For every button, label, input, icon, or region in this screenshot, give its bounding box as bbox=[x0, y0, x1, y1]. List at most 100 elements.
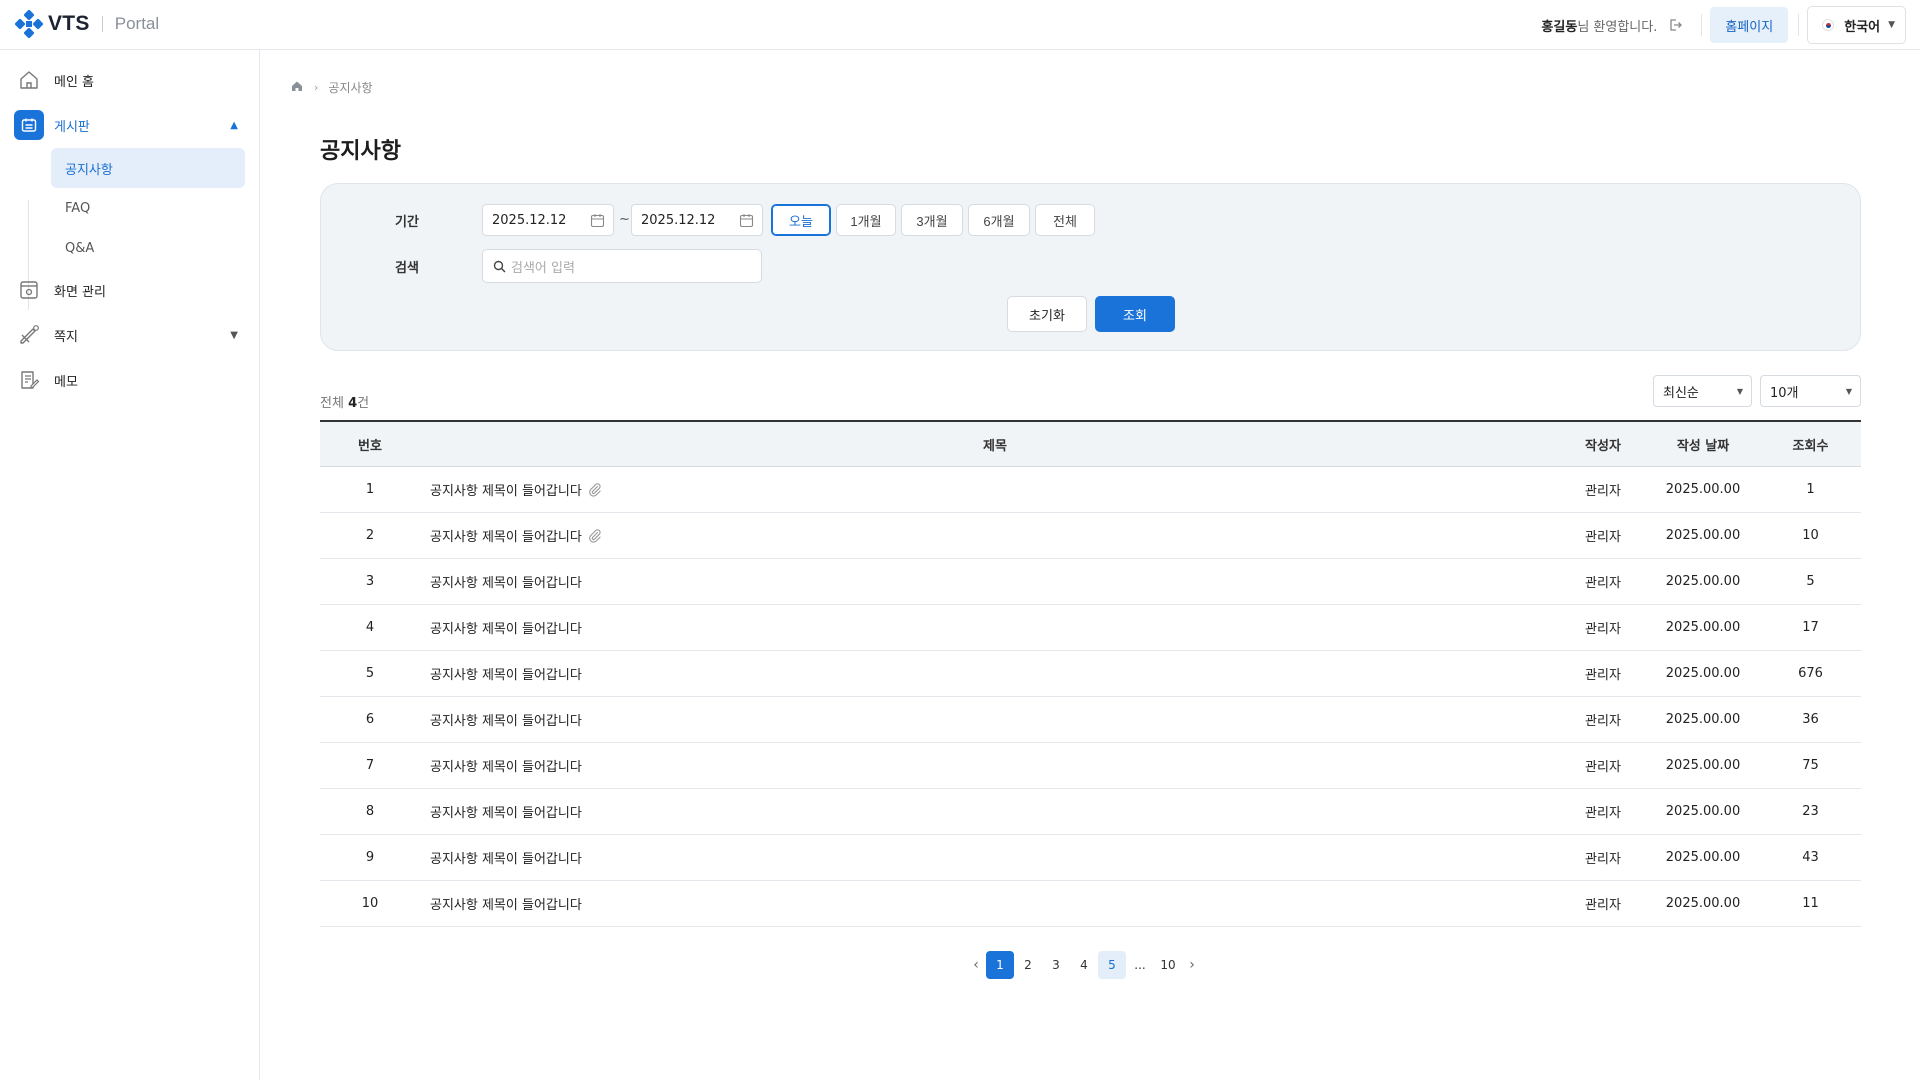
attachment-icon bbox=[588, 483, 601, 497]
row-title[interactable]: 공지사항 제목이 들어갑니다 bbox=[430, 618, 582, 637]
row-title[interactable]: 공지사항 제목이 들어갑니다 bbox=[430, 664, 582, 683]
header-right: 홍길동님 환영합니다. 홈페이지 한국어 ▼ bbox=[1541, 6, 1906, 44]
screen-settings-icon bbox=[14, 275, 44, 305]
language-selector[interactable]: 한국어 ▼ bbox=[1807, 6, 1906, 44]
welcome-suffix: 님 환영합니다. bbox=[1577, 19, 1658, 35]
period-1month-button[interactable]: 1개월 bbox=[836, 204, 896, 236]
end-date-value: 2025.12.12 bbox=[641, 212, 716, 228]
sidebar-item-label: 메모 bbox=[54, 374, 78, 390]
breadcrumb: › 공지사항 bbox=[290, 79, 373, 96]
period-label: 기간 bbox=[395, 215, 419, 230]
homepage-button[interactable]: 홈페이지 bbox=[1710, 7, 1789, 43]
row-title[interactable]: 공지사항 제목이 들어갑니다 bbox=[430, 802, 582, 821]
table-row[interactable]: 10 공지사항 제목이 들어갑니다 관리자 2025.00.00 11 bbox=[320, 881, 1861, 927]
table-row[interactable]: 2 공지사항 제목이 들어갑니다 관리자 2025.00.00 10 bbox=[320, 513, 1861, 559]
row-number: 6 bbox=[365, 712, 375, 727]
row-number: 10 bbox=[361, 896, 379, 911]
row-title[interactable]: 공지사항 제목이 들어갑니다 bbox=[430, 572, 582, 591]
sort-select[interactable]: 최신순 ▼ bbox=[1653, 375, 1752, 407]
start-date-input[interactable]: 2025.12.12 bbox=[482, 204, 614, 236]
sidebar-item-main-home[interactable]: 메인 홈 bbox=[14, 64, 246, 96]
sidebar: 메인 홈 게시판 ▲ 공지사항 FAQ Q&A 화면 관리 쪽지 ▼ 메모 bbox=[0, 50, 260, 1080]
sidebar-item-message[interactable]: 쪽지 ▼ bbox=[14, 319, 246, 351]
home-icon[interactable] bbox=[290, 79, 304, 96]
page-button[interactable]: 2 bbox=[1014, 951, 1042, 979]
table-body: 1 공지사항 제목이 들어갑니다 관리자 2025.00.00 1 2 공지사항 제목이 들… bbox=[320, 467, 1861, 927]
vts-logo[interactable]: VTS Portal bbox=[14, 9, 159, 39]
sidebar-item-screen-management[interactable]: 화면 관리 bbox=[14, 274, 246, 306]
header-divider bbox=[1701, 14, 1703, 36]
end-date-input[interactable]: 2025.12.12 bbox=[631, 204, 763, 236]
row-views: 36 bbox=[1802, 712, 1819, 727]
row-title[interactable]: 공지사항 제목이 들어갑니다 bbox=[430, 480, 582, 499]
row-title[interactable]: 공지사항 제목이 들어갑니다 bbox=[430, 894, 582, 913]
period-6month-button[interactable]: 6개월 bbox=[968, 204, 1030, 236]
table-row[interactable]: 3 공지사항 제목이 들어갑니다 관리자 2025.00.00 5 bbox=[320, 559, 1861, 605]
search-button[interactable]: 조회 bbox=[1095, 296, 1175, 332]
sidebar-subitem-qna[interactable]: Q&A bbox=[51, 228, 245, 268]
row-number: 9 bbox=[365, 850, 375, 865]
sidebar-item-label: 게시판 bbox=[54, 119, 90, 135]
next-page-icon[interactable]: › bbox=[1182, 951, 1202, 979]
row-title[interactable]: 공지사항 제목이 들어갑니다 bbox=[430, 848, 582, 867]
row-title-cell: 공지사항 제목이 들어갑니다 bbox=[420, 618, 1560, 637]
table-row[interactable]: 8 공지사항 제목이 들어갑니다 관리자 2025.00.00 23 bbox=[320, 789, 1861, 835]
row-title[interactable]: 공지사항 제목이 들어갑니다 bbox=[430, 756, 582, 775]
row-author: 관리자 bbox=[1585, 576, 1621, 591]
row-title-cell: 공지사항 제목이 들어갑니다 bbox=[420, 526, 1560, 545]
breadcrumb-separator: › bbox=[314, 81, 319, 94]
table-row[interactable]: 5 공지사항 제목이 들어갑니다 관리자 2025.00.00 676 bbox=[320, 651, 1861, 697]
row-title-cell: 공지사항 제목이 들어갑니다 bbox=[420, 756, 1560, 775]
row-views: 17 bbox=[1802, 620, 1819, 635]
search-filter-panel: 기간 2025.12.12 ~ 2025.12.12 오늘 1개월 3개월 6개… bbox=[320, 183, 1861, 351]
period-today-button[interactable]: 오늘 bbox=[771, 204, 831, 236]
logout-icon[interactable] bbox=[1667, 17, 1683, 33]
row-author: 관리자 bbox=[1585, 714, 1621, 729]
table-row[interactable]: 1 공지사항 제목이 들어갑니다 관리자 2025.00.00 1 bbox=[320, 467, 1861, 513]
page-button[interactable]: 1 bbox=[986, 951, 1014, 979]
page-button[interactable]: 5 bbox=[1098, 951, 1126, 979]
page-button[interactable]: 10 bbox=[1154, 951, 1182, 979]
search-placeholder: 검색어 입력 bbox=[511, 260, 575, 276]
board-icon bbox=[14, 110, 44, 140]
table-row[interactable]: 4 공지사항 제목이 들어갑니다 관리자 2025.00.00 17 bbox=[320, 605, 1861, 651]
calendar-icon[interactable] bbox=[739, 213, 754, 228]
row-title[interactable]: 공지사항 제목이 들어갑니다 bbox=[430, 526, 582, 545]
calendar-icon[interactable] bbox=[590, 213, 605, 228]
page-size-select[interactable]: 10개 ▼ bbox=[1760, 375, 1861, 407]
row-author: 관리자 bbox=[1585, 530, 1621, 545]
header-date: 작성 날짜 bbox=[1676, 438, 1730, 454]
breadcrumb-current: 공지사항 bbox=[328, 81, 373, 95]
sidebar-subitem-faq[interactable]: FAQ bbox=[51, 188, 245, 228]
sidebar-item-label: 메인 홈 bbox=[54, 74, 95, 90]
row-title[interactable]: 공지사항 제목이 들어갑니다 bbox=[430, 710, 582, 729]
table-row[interactable]: 9 공지사항 제목이 들어갑니다 관리자 2025.00.00 43 bbox=[320, 835, 1861, 881]
period-3month-button[interactable]: 3개월 bbox=[901, 204, 963, 236]
row-title-cell: 공지사항 제목이 들어갑니다 bbox=[420, 894, 1560, 913]
row-title-cell: 공지사항 제목이 들어갑니다 bbox=[420, 710, 1560, 729]
row-title-cell: 공지사항 제목이 들어갑니다 bbox=[420, 664, 1560, 683]
reset-button[interactable]: 초기화 bbox=[1007, 296, 1087, 332]
sidebar-item-board[interactable]: 게시판 ▲ bbox=[14, 109, 246, 141]
top-header: VTS Portal 홍길동님 환영합니다. 홈페이지 한국어 ▼ bbox=[0, 0, 1920, 50]
table-row[interactable]: 7 공지사항 제목이 들어갑니다 관리자 2025.00.00 75 bbox=[320, 743, 1861, 789]
prev-page-icon[interactable]: ‹ bbox=[966, 951, 986, 979]
period-all-button[interactable]: 전체 bbox=[1035, 204, 1095, 236]
page-button[interactable]: 4 bbox=[1070, 951, 1098, 979]
sidebar-subitem-notice[interactable]: 공지사항 bbox=[51, 148, 245, 188]
page-button[interactable]: 3 bbox=[1042, 951, 1070, 979]
search-input[interactable]: 검색어 입력 bbox=[482, 249, 762, 283]
row-title-cell: 공지사항 제목이 들어갑니다 bbox=[420, 848, 1560, 867]
notice-table: 번호 제목 작성자 작성 날짜 조회수 1 공지사항 제목이 들어갑니다 관리자 20… bbox=[320, 420, 1861, 927]
logo-text: VTS bbox=[48, 12, 90, 35]
pagination: ‹ 1 2 3 4 5 ... 10 › bbox=[966, 951, 1202, 979]
user-name: 홍길동 bbox=[1541, 19, 1578, 35]
header-views: 조회수 bbox=[1792, 438, 1829, 454]
korea-flag-icon bbox=[1822, 19, 1835, 31]
chevron-down-icon: ▼ bbox=[1736, 387, 1743, 396]
page-ellipsis: ... bbox=[1134, 958, 1146, 972]
chevron-down-icon: ▼ bbox=[1845, 387, 1852, 396]
sidebar-item-memo[interactable]: 메모 bbox=[14, 364, 246, 396]
row-date: 2025.00.00 bbox=[1665, 620, 1741, 635]
table-row[interactable]: 6 공지사항 제목이 들어갑니다 관리자 2025.00.00 36 bbox=[320, 697, 1861, 743]
